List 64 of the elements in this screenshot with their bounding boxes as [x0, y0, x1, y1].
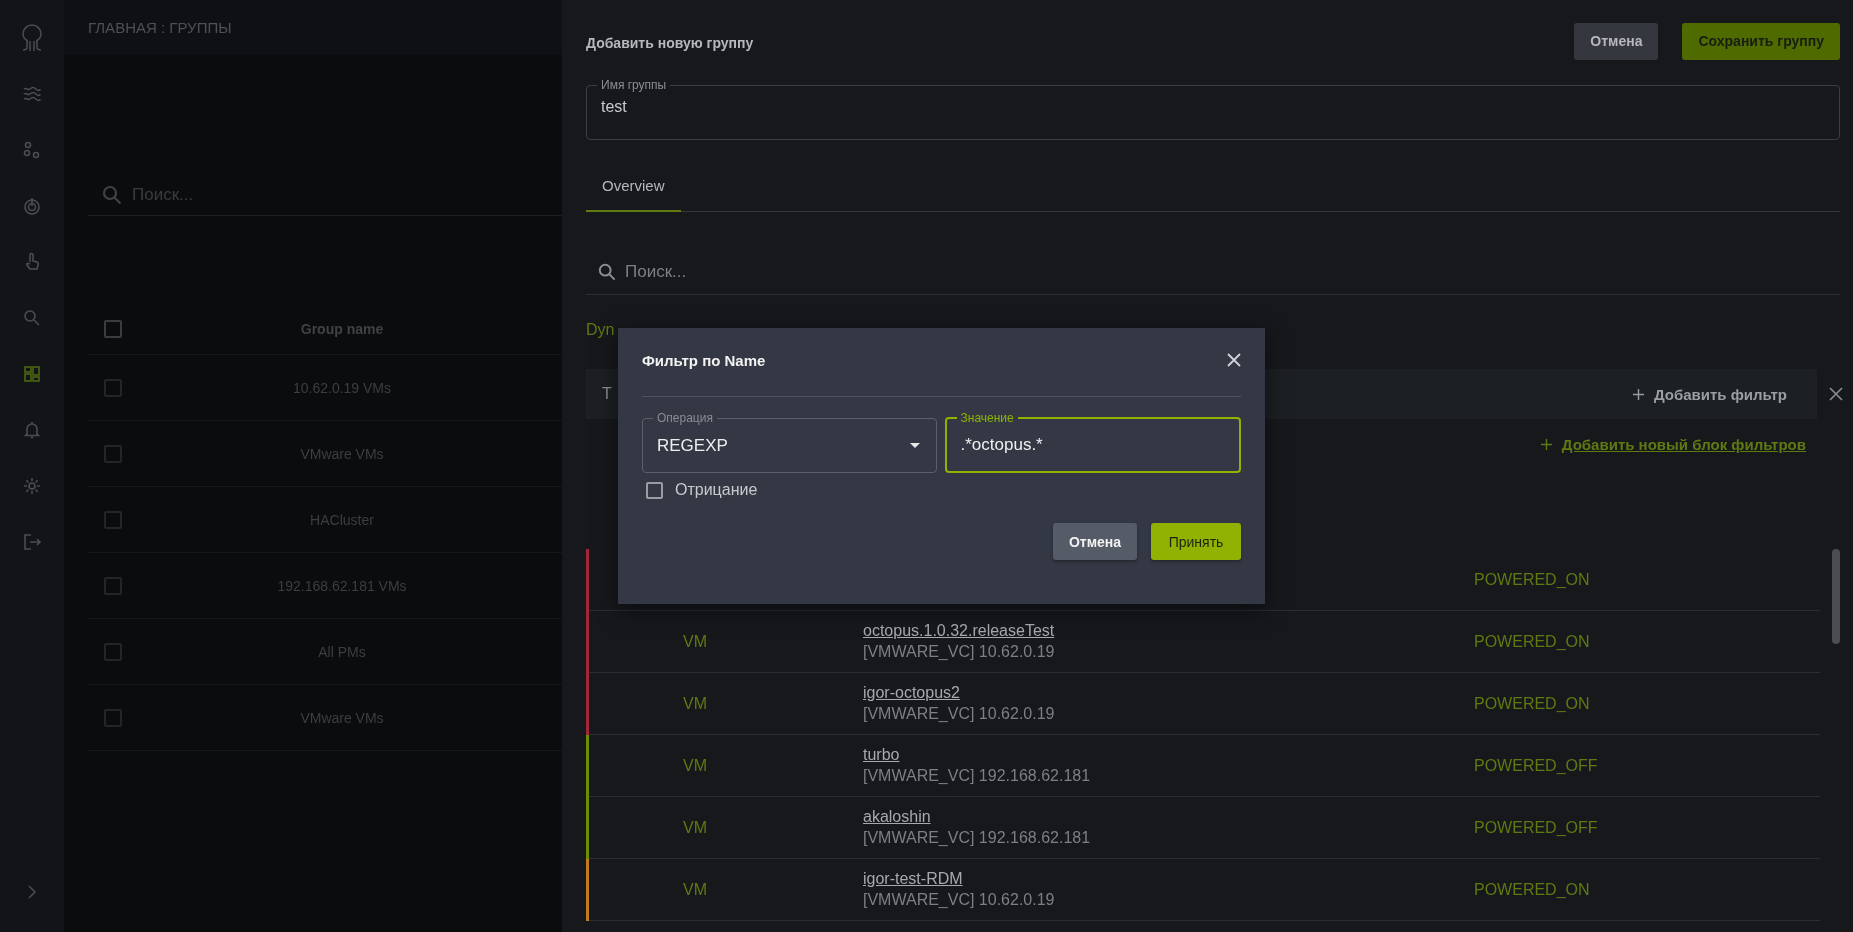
- search-icon[interactable]: [22, 308, 42, 328]
- chevron-right-icon[interactable]: [27, 884, 37, 900]
- checkbox[interactable]: [104, 708, 122, 727]
- target-icon[interactable]: [22, 196, 42, 216]
- accept-button[interactable]: Принять: [1151, 523, 1241, 560]
- table-cell: VM: [683, 756, 707, 774]
- vm-source: [VMWARE_VC] 10.62.0.19: [863, 705, 1056, 723]
- vm-source: [VMWARE_VC] 10.62.0.19: [863, 643, 1056, 661]
- status-cell-text: POWERED_ON: [1474, 694, 1591, 713]
- checkbox[interactable]: [104, 576, 122, 595]
- search-icon: [102, 185, 122, 205]
- value-field[interactable]: Значение .*octopus.*: [944, 411, 1241, 473]
- add-filter-button[interactable]: Добавить фильтр: [1626, 384, 1793, 404]
- status-cell-text: POWERED_ON: [1474, 570, 1591, 589]
- checkbox[interactable]: [104, 642, 122, 661]
- column-header: Group name: [299, 321, 385, 337]
- bell-icon[interactable]: [22, 420, 42, 440]
- logout-icon[interactable]: [22, 532, 42, 552]
- close-icon[interactable]: [1227, 353, 1241, 367]
- checkbox[interactable]: [104, 320, 122, 338]
- waves-icon[interactable]: [22, 84, 42, 104]
- operation-select[interactable]: Операция REGEXP: [642, 411, 937, 473]
- plus-icon: [1632, 388, 1644, 400]
- vm-source: [VMWARE_VC] 192.168.62.181: [863, 767, 1092, 785]
- settings-icon[interactable]: [22, 476, 42, 496]
- table-cell: VM: [683, 632, 707, 650]
- search-icon: [598, 263, 616, 281]
- status-cell-text: POWERED_OFF: [1474, 756, 1599, 775]
- vm-source: [VMWARE_VC] 10.62.0.19: [863, 891, 1056, 909]
- panel-title: Добавить новую группу: [586, 35, 754, 51]
- checkbox[interactable]: [104, 444, 122, 463]
- status-cell-text: POWERED_ON: [1474, 880, 1591, 899]
- plus-icon: [1540, 438, 1552, 450]
- filter-text: T: [602, 385, 612, 403]
- checkbox[interactable]: [646, 481, 663, 499]
- dialog-title: Фильтр по Name: [642, 351, 766, 369]
- checkbox[interactable]: [104, 510, 122, 529]
- table-cell: VM: [683, 818, 707, 836]
- section-label: Dyn: [586, 321, 615, 338]
- checkbox-label: Отрицание: [675, 481, 758, 499]
- vm-link[interactable]: igor-octopus2: [863, 684, 1474, 702]
- vm-source: [VMWARE_VC] 192.168.62.181: [863, 829, 1092, 847]
- checkbox[interactable]: [104, 378, 122, 397]
- tab[interactable]: Overview: [586, 164, 681, 212]
- circles-icon[interactable]: [22, 140, 42, 160]
- add-filter-block-link[interactable]: Добавить новый блок фильтров: [1561, 435, 1806, 453]
- cancel-button[interactable]: Отмена: [1053, 523, 1137, 560]
- cancel-button[interactable]: Отмена: [1574, 22, 1659, 60]
- vm-link[interactable]: octopus.1.0.32.releaseTest: [863, 622, 1474, 640]
- octopus-logo-icon: [19, 22, 45, 54]
- scrollbar[interactable]: [1832, 549, 1840, 644]
- vm-link[interactable]: igor-test-RDM: [863, 870, 1474, 888]
- table-cell: VM: [683, 880, 707, 898]
- status-cell-text: POWERED_OFF: [1474, 818, 1599, 837]
- table-cell: VM: [683, 694, 707, 712]
- vm-link[interactable]: turbo: [863, 746, 1474, 764]
- search-field[interactable]: Поиск...: [586, 250, 1840, 295]
- vm-link[interactable]: akaloshin: [863, 808, 1474, 826]
- group-name-field[interactable]: Имя группы test: [586, 78, 1840, 140]
- status-cell-text: POWERED_ON: [1474, 632, 1591, 651]
- dashboard-icon[interactable]: [22, 364, 42, 384]
- page-title: ГЛАВНАЯ : ГРУППЫ: [88, 19, 232, 36]
- caret-icon: [909, 443, 920, 448]
- close-icon[interactable]: [1829, 387, 1843, 401]
